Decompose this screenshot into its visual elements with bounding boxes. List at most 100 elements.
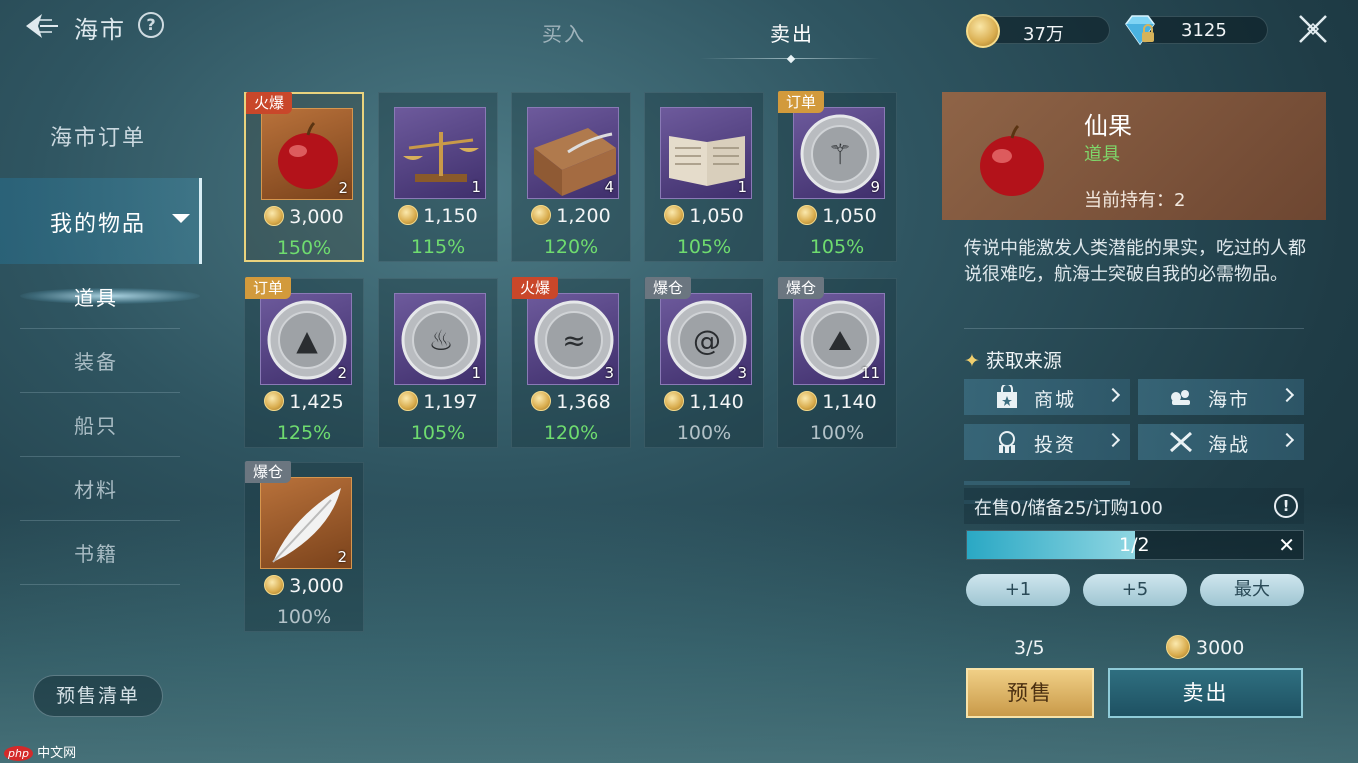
item-price: 1,368 (512, 391, 630, 413)
item-card[interactable]: ▲ 2 订单 1,425 125% (244, 277, 364, 448)
item-price-ratio: 120% (543, 422, 599, 444)
silver-coin-rock-icon: ⛰ 11 (793, 293, 885, 385)
presale-button[interactable]: 预售 (966, 668, 1094, 718)
gold-coin-icon (1166, 635, 1190, 659)
item-quantity: 2 (338, 179, 348, 197)
info-icon[interactable]: ! (1274, 494, 1298, 518)
item-card[interactable]: 1 1,150 115% (378, 92, 498, 262)
item-price-value: 1,197 (423, 391, 478, 413)
feather-icon: 2 (260, 477, 352, 569)
apple-icon: 2 (261, 108, 353, 200)
gold-coin-icon (398, 205, 419, 225)
item-type: 道具 (1084, 144, 1120, 165)
item-price-value: 3,000 (289, 206, 344, 228)
item-price: 1,197 (379, 391, 497, 413)
presale-list-button[interactable]: 预售清单 (33, 675, 163, 717)
divider (20, 520, 180, 521)
gold-coin-icon (797, 205, 818, 225)
item-card[interactable]: ♨ 1 1,197 105% (378, 278, 498, 448)
silver-coin-wave-icon: ≈3 (527, 293, 619, 385)
shopping-bag-icon (994, 383, 1020, 409)
item-card[interactable]: ⚚ 9 订单 1,050 105% (777, 91, 897, 262)
presale-count: 3/5 (1014, 637, 1045, 659)
source-more-indicator (964, 470, 1304, 504)
item-price-value: 1,425 (289, 391, 344, 413)
item-description: 传说中能激发人类潜能的果实，吃过的人都说很难吃，航海士突破自我的必需物品。 (964, 238, 1306, 285)
clear-icon[interactable]: ✕ (1278, 533, 1295, 557)
locked-diamond-icon (1122, 14, 1158, 46)
page-title: 海市 (74, 16, 126, 44)
gold-coin-icon (398, 391, 419, 411)
sparkle-icon: ✦ (964, 350, 980, 372)
max-button[interactable]: 最大 (1200, 574, 1304, 606)
item-quantity: 4 (604, 178, 614, 196)
item-tag: 爆仓 (245, 461, 292, 483)
item-price-ratio: 100% (809, 422, 865, 444)
stock-info: 在售0/储备25/订购100 ! (964, 488, 1304, 524)
source-market-button[interactable]: 海市 (1138, 379, 1304, 415)
gold-coin-icon (966, 14, 1000, 48)
source-shop-label: 商城 (1034, 389, 1077, 411)
quantity-slider[interactable]: 1/2 ✕ (966, 530, 1304, 560)
sell-price-value: 3000 (1196, 637, 1245, 659)
sub-item-books[interactable]: 书籍 (74, 538, 118, 567)
item-detail-header: 仙果 道具 当前持有：2 (942, 92, 1326, 220)
item-price-ratio: 100% (676, 422, 732, 444)
sub-item-equipment[interactable]: 装备 (74, 346, 118, 375)
gold-coin-icon (664, 205, 685, 225)
item-price-ratio: 120% (543, 236, 599, 258)
add-one-button[interactable]: +1 (966, 574, 1070, 606)
item-quantity: 11 (860, 364, 880, 382)
item-card[interactable]: @3 爆仓 1,140 100% (644, 277, 764, 448)
item-card[interactable]: 2 火爆 3,000 150% (244, 92, 364, 262)
source-naval-battle-button[interactable]: 海战 (1138, 424, 1304, 460)
gold-coin-icon (531, 391, 552, 411)
silver-coin-mountain-icon: ▲ 2 (260, 293, 352, 385)
divider (20, 584, 180, 585)
sidebar-item-label: 我的物品 (50, 212, 147, 237)
gold-coin-icon (264, 575, 285, 595)
source-shop-button[interactable]: 商城 (964, 379, 1130, 415)
item-price: 1,200 (512, 205, 630, 227)
item-card[interactable]: 1 1,050 105% (644, 92, 764, 262)
item-tag: 火爆 (246, 92, 293, 114)
item-quantity: 3 (604, 364, 614, 382)
invest-icon (994, 430, 1020, 454)
item-price-ratio: 125% (276, 422, 332, 444)
item-tag: 爆仓 (778, 277, 825, 299)
sub-item-props[interactable]: 道具 (74, 282, 118, 311)
svg-text:⚚: ⚚ (827, 138, 852, 171)
item-card[interactable]: 2 爆仓 3,000 100% (244, 461, 364, 632)
sub-item-ships[interactable]: 船只 (74, 410, 118, 439)
tab-buy[interactable]: 买入 (542, 18, 586, 47)
item-price-value: 1,368 (556, 391, 611, 413)
item-card[interactable]: 4 1,200 120% (511, 92, 631, 262)
close-icon[interactable] (1296, 12, 1330, 46)
item-tag: 订单 (245, 277, 292, 299)
book-icon: 1 (660, 107, 752, 199)
source-title-text: 获取来源 (985, 350, 1062, 372)
gold-coin-icon (531, 205, 552, 225)
source-invest-button[interactable]: 投资 (964, 424, 1130, 460)
divider (20, 328, 180, 329)
sidebar-item-my-items[interactable]: 我的物品 (0, 178, 202, 264)
sidebar-item-market-orders[interactable]: 海市订单 (50, 120, 146, 152)
item-price: 3,000 (246, 206, 362, 228)
source-section-title: ✦ 获取来源 (964, 346, 1062, 373)
sell-button[interactable]: 卖出 (1108, 668, 1303, 718)
item-price: 1,050 (778, 205, 896, 227)
item-price-value: 1,140 (689, 391, 744, 413)
item-card[interactable]: ⛰ 11 爆仓 1,140 100% (777, 277, 897, 448)
box-quill-icon: 4 (527, 107, 619, 199)
silver-coin-tornado-icon: @3 (660, 293, 752, 385)
market-icon (1168, 385, 1194, 409)
source-invest-label: 投资 (1034, 434, 1077, 456)
item-quantity: 1 (471, 364, 481, 382)
sub-item-materials[interactable]: 材料 (74, 474, 118, 503)
divider (964, 328, 1304, 329)
back-arrow-icon[interactable] (22, 10, 62, 42)
tab-sell[interactable]: 卖出 (770, 18, 814, 47)
help-button[interactable]: ? (138, 12, 164, 38)
item-card[interactable]: ≈3 火爆 1,368 120% (511, 277, 631, 448)
add-five-button[interactable]: +5 (1083, 574, 1187, 606)
